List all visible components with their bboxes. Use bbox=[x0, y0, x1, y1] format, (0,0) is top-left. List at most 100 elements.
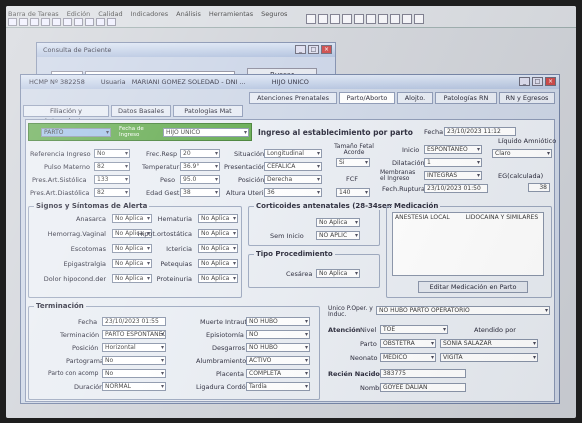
toolbar-icon[interactable] bbox=[19, 18, 28, 26]
ligadura-select[interactable]: Tardía bbox=[246, 382, 310, 391]
ingreso-type-select[interactable]: PARTO bbox=[41, 128, 111, 137]
edit-medicacion-button[interactable]: Editar Medicación en Parto bbox=[418, 281, 528, 293]
neonato-prof-select[interactable]: MEDICO bbox=[380, 353, 436, 362]
signo-select[interactable]: No Aplica bbox=[112, 274, 152, 283]
signo-select[interactable]: No Aplica bbox=[198, 229, 238, 238]
peso-field[interactable]: 95.0 bbox=[180, 175, 220, 184]
tab-datos-basales[interactable]: Datos Basales bbox=[111, 105, 171, 117]
duracion-select[interactable]: NORMAL bbox=[102, 382, 166, 391]
otro-label: Unico P.Oper. y Induc. bbox=[328, 305, 373, 318]
patient-label: Usuaria bbox=[100, 78, 126, 86]
toolbar-icon[interactable] bbox=[41, 18, 50, 26]
pres-sist-field[interactable]: 133 bbox=[94, 175, 130, 184]
otro-select[interactable]: NO HUBO PARTO OPERATORIO bbox=[376, 306, 550, 315]
cesarea-select[interactable]: No Aplica bbox=[316, 269, 360, 278]
toolbar-icon[interactable] bbox=[30, 18, 39, 26]
neonato-name-select[interactable]: VIGITA bbox=[440, 353, 538, 362]
term-posicion-select[interactable]: Horizontal bbox=[102, 343, 166, 352]
tab-filiacion[interactable]: Filiación y Antecedentes bbox=[23, 105, 109, 125]
menu-analisis[interactable]: Análisis bbox=[176, 10, 201, 18]
acomp-select[interactable]: No bbox=[102, 369, 166, 378]
muerte-select[interactable]: NO HUBO bbox=[246, 317, 310, 326]
toolbar-icon[interactable] bbox=[85, 18, 94, 26]
situacion-select[interactable]: Longitudinal bbox=[264, 149, 322, 158]
inicio-select[interactable]: ESPONTANEO bbox=[424, 145, 482, 154]
tab-patologias-rn[interactable]: Patologías RN bbox=[435, 92, 497, 104]
liquido-select[interactable]: Claro bbox=[492, 149, 552, 158]
menu-indicadores[interactable]: Indicadores bbox=[131, 10, 169, 18]
corticoides-select[interactable]: No Aplica bbox=[316, 218, 360, 227]
toolbar-icon[interactable] bbox=[354, 14, 364, 24]
minimize-icon[interactable]: _ bbox=[519, 77, 530, 86]
close-icon[interactable]: × bbox=[321, 45, 332, 54]
fech-ruptura-field[interactable]: 23/10/2023 01:50 bbox=[424, 184, 488, 193]
tab-patologias-mat[interactable]: Patologías Mat bbox=[173, 105, 243, 117]
toolbar-icon[interactable] bbox=[52, 18, 61, 26]
signo-select[interactable]: No Aplica bbox=[198, 259, 238, 268]
signo-select[interactable]: No Aplica bbox=[198, 274, 238, 283]
medicacion-item[interactable]: ANESTESIA LOCAL bbox=[395, 214, 450, 221]
tab-rn-egresos[interactable]: RN y Egresos bbox=[499, 92, 555, 104]
minimize-icon[interactable]: _ bbox=[295, 45, 306, 54]
membranas-select[interactable]: INTEGRAS bbox=[424, 171, 482, 180]
toolbar-icon[interactable] bbox=[390, 14, 400, 24]
signo-select[interactable]: No Aplica bbox=[198, 244, 238, 253]
toolbar-icon[interactable] bbox=[318, 14, 328, 24]
altura-field[interactable]: 36 bbox=[264, 188, 322, 197]
tab-alojto[interactable]: Alojto. bbox=[397, 92, 433, 104]
tab-parto-aborto[interactable]: Parto/Aborto bbox=[339, 92, 395, 104]
partograma-select[interactable]: No bbox=[102, 356, 166, 365]
menu-edicion[interactable]: Edición bbox=[67, 10, 91, 18]
presentacion-select[interactable]: CEFALICA bbox=[264, 162, 322, 171]
parto-name-select[interactable]: SONIA SALAZAR bbox=[440, 339, 538, 348]
signo-select[interactable]: No Aplica bbox=[112, 244, 152, 253]
medicacion-item[interactable]: LIDOCAINA Y SIMILARES bbox=[466, 214, 538, 221]
posicion-select[interactable]: Derecha bbox=[264, 175, 322, 184]
toolbar-icon[interactable] bbox=[366, 14, 376, 24]
tab-atenciones-prenatales[interactable]: Atenciones Prenatales bbox=[249, 92, 337, 104]
alumbr-select[interactable]: ACTIVO bbox=[246, 356, 310, 365]
menu-herramientas[interactable]: Herramientas bbox=[209, 10, 253, 18]
ligadura-label: Ligadura Cordón bbox=[196, 383, 250, 391]
dilatacion-field[interactable]: 1 bbox=[424, 158, 482, 167]
parto-prof-select[interactable]: OBSTETRA bbox=[380, 339, 436, 348]
pulso-field[interactable]: 82 bbox=[94, 162, 130, 171]
menu-tareas[interactable]: Barra de Tareas bbox=[8, 10, 59, 18]
temp-field[interactable]: 36.9° bbox=[180, 162, 220, 171]
toolbar-icon[interactable] bbox=[96, 18, 105, 26]
signo-select[interactable]: No Aplica bbox=[112, 214, 152, 223]
medicacion-list[interactable]: ANESTESIA LOCAL LIDOCAINA Y SIMILARES bbox=[392, 212, 544, 276]
frec-resp-field[interactable]: 20 bbox=[180, 149, 220, 158]
placenta-select[interactable]: COMPLETA bbox=[246, 369, 310, 378]
maximize-icon[interactable]: □ bbox=[308, 45, 319, 54]
referencia-select[interactable]: No bbox=[94, 149, 130, 158]
menu-calidad[interactable]: Calidad bbox=[98, 10, 122, 18]
toolbar-icon[interactable] bbox=[8, 18, 17, 26]
toolbar-icon[interactable] bbox=[74, 18, 83, 26]
toolbar-icon[interactable] bbox=[63, 18, 72, 26]
episio-select[interactable]: NO bbox=[246, 330, 310, 339]
signo-select[interactable]: No Aplica bbox=[198, 214, 238, 223]
pres-diast-field[interactable]: 82 bbox=[94, 188, 130, 197]
toolbar-icon[interactable] bbox=[378, 14, 388, 24]
close-icon[interactable]: × bbox=[545, 77, 556, 86]
sem-inicio-select[interactable]: NO APLIC bbox=[316, 231, 360, 240]
ingreso-fecha-field[interactable]: 23/10/2023 11:12 bbox=[444, 127, 516, 136]
maximize-icon[interactable]: □ bbox=[532, 77, 543, 86]
nivel-select[interactable]: TOE bbox=[380, 325, 448, 334]
fcf-field[interactable]: 140 bbox=[336, 188, 370, 197]
term-select[interactable]: PARTO ESPONTANEO bbox=[102, 330, 166, 339]
toolbar-icon[interactable] bbox=[414, 14, 424, 24]
edad-field[interactable]: 38 bbox=[180, 188, 220, 197]
ingreso-hijo-select[interactable]: HIJO UNICO bbox=[163, 128, 249, 137]
toolbar-icon[interactable] bbox=[107, 18, 116, 26]
toolbar-icon[interactable] bbox=[402, 14, 412, 24]
toolbar-icon[interactable] bbox=[342, 14, 352, 24]
term-fecha-field[interactable]: 23/10/2023 01:55 bbox=[102, 317, 166, 326]
signo-select[interactable]: No Aplica bbox=[112, 259, 152, 268]
tamano-select[interactable]: Si bbox=[336, 158, 370, 167]
menu-seguros[interactable]: Seguros bbox=[261, 10, 287, 18]
toolbar-icon[interactable] bbox=[330, 14, 340, 24]
toolbar-icon[interactable] bbox=[306, 14, 316, 24]
desgarros-select[interactable]: NO HUBO bbox=[246, 343, 310, 352]
